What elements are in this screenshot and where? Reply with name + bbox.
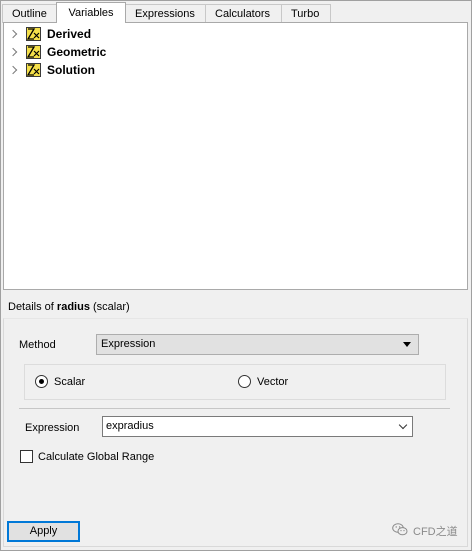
tree-item-label: Solution [47,63,95,77]
chevron-down-icon[interactable] [398,420,408,430]
expression-combobox[interactable]: expradius [102,416,413,437]
expand-arrow-icon[interactable] [9,29,19,39]
expression-value: expradius [106,420,154,432]
scalar-radio[interactable]: Scalar [35,375,85,388]
tab-variables[interactable]: Variables [56,2,126,23]
details-variable-type: (scalar) [89,301,130,313]
variable-folder-icon [26,45,41,59]
global-range-label: Calculate Global Range [38,450,155,463]
vector-radio[interactable]: Vector [238,375,288,388]
tab-calculators[interactable]: Calculators [205,4,282,23]
variable-folder-icon [26,63,41,77]
divider [19,408,450,409]
expression-label: Expression [25,422,80,434]
details-prefix: Details of [8,301,57,313]
tree-item-label: Derived [47,27,92,41]
details-variable-name: radius [56,301,90,313]
tree-item-geometric[interactable]: Geometric [9,43,106,61]
global-range-row[interactable]: Calculate Global Range [20,450,154,463]
tab-outline[interactable]: Outline [2,4,57,23]
wechat-icon [392,523,408,539]
tab-bar: Outline Variables Expressions Calculator… [2,2,331,23]
scalar-label: Scalar [54,375,86,388]
tree-item-solution[interactable]: Solution [9,61,95,79]
radio-checked-icon[interactable] [35,375,48,388]
expand-arrow-icon[interactable] [9,65,19,75]
method-dropdown[interactable]: Expression [96,334,419,355]
variables-tree[interactable]: Derived Geometric Solution [3,22,468,290]
details-title: Details of radius (scalar) [8,301,130,313]
tree-item-derived[interactable]: Derived [9,25,91,43]
variable-folder-icon [26,27,41,41]
dropdown-arrow-icon [403,342,411,347]
radio-unchecked-icon[interactable] [238,375,251,388]
tab-expressions[interactable]: Expressions [125,4,206,23]
apply-button[interactable]: Apply [7,521,80,542]
expand-arrow-icon[interactable] [9,47,19,57]
type-radio-group: Scalar Vector [24,364,446,400]
tab-turbo[interactable]: Turbo [281,4,331,23]
watermark: CFD之道 [392,523,458,539]
method-value: Expression [101,338,156,350]
vector-label: Vector [257,375,289,388]
global-range-checkbox[interactable] [20,450,33,463]
tree-item-label: Geometric [47,45,107,59]
watermark-text: CFD之道 [413,526,458,538]
method-label: Method [19,339,56,351]
